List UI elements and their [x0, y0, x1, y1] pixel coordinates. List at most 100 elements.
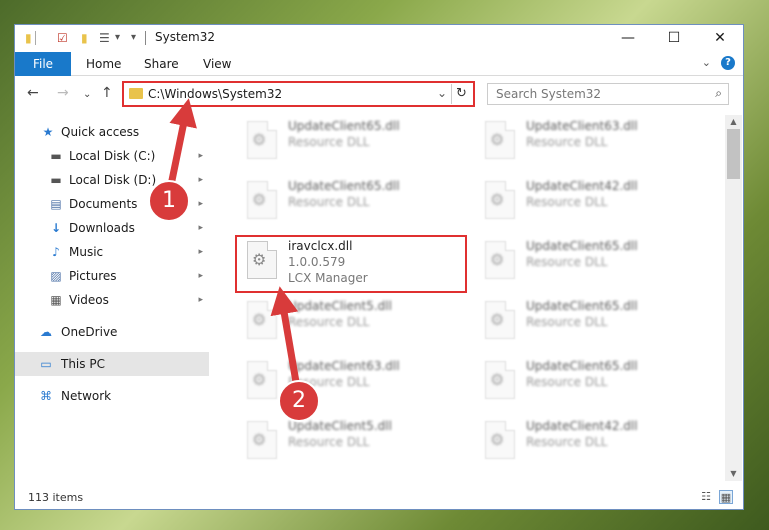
- search-icon[interactable]: ⌕: [715, 86, 722, 101]
- file-name: UpdateClient65.dll: [526, 239, 638, 253]
- pin-icon[interactable]: ▸: [198, 240, 203, 264]
- file-tile[interactable]: ⚙ UpdateClient42.dll Resource DLL: [475, 177, 703, 231]
- item-count: 113 items: [28, 491, 84, 504]
- search-box[interactable]: Search System32 ⌕: [487, 83, 729, 105]
- tab-share[interactable]: Share: [144, 52, 179, 76]
- file-tile[interactable]: ⚙ UpdateClient65.dll Resource DLL: [475, 237, 703, 291]
- gear-icon: ⚙: [490, 310, 505, 329]
- file-name: UpdateClient65.dll: [526, 359, 638, 373]
- file-explorer-window: ▮ ☑ ▮ ☰ ▾ ▾ System32 — ☐ ✕ File Home Sha…: [14, 24, 744, 510]
- gear-icon: ⚙: [490, 130, 505, 149]
- sidebar-item-network[interactable]: ⌘ Network: [15, 384, 209, 408]
- music-icon: ♪: [52, 245, 60, 259]
- file-tile[interactable]: ⚙ UpdateClient65.dll Resource DLL: [475, 297, 703, 351]
- file-name: UpdateClient63.dll: [288, 359, 400, 373]
- sidebar-item-pictures[interactable]: ▨ Pictures ▸: [15, 264, 209, 288]
- address-bar[interactable]: C:\Windows\System32 ⌄ ↻: [122, 81, 475, 107]
- sidebar-item-music[interactable]: ♪ Music ▸: [15, 240, 209, 264]
- documents-icon: ▤: [50, 197, 62, 211]
- new-folder-icon[interactable]: ▮: [81, 31, 88, 45]
- sidebar-item-local-disk-c[interactable]: ▬ Local Disk (C:) ▸: [15, 144, 209, 168]
- tiles-view-icon[interactable]: ▦: [719, 490, 733, 504]
- file-name: UpdateClient63.dll: [526, 119, 638, 133]
- properties-check-icon[interactable]: ☑: [57, 31, 68, 45]
- sidebar-item-label: OneDrive: [61, 325, 118, 339]
- file-description: Resource DLL: [526, 315, 608, 329]
- navigation-bar: ← → ⌄ ↑ C:\Windows\System32 ⌄ ↻ Search S…: [15, 77, 743, 111]
- minimize-button[interactable]: —: [605, 25, 651, 51]
- file-description: Resource DLL: [526, 195, 608, 209]
- tab-home[interactable]: Home: [86, 52, 121, 76]
- file-tile[interactable]: ⚙ UpdateClient65.dll Resource DLL: [237, 117, 465, 171]
- pin-icon[interactable]: ▸: [198, 264, 203, 288]
- folder-icon: ▮: [25, 31, 32, 45]
- file-tile[interactable]: ⚙ UpdateClient63.dll Resource DLL: [475, 117, 703, 171]
- file-tile-iravclcx[interactable]: ⚙ iravclcx.dll 1.0.0.579 LCX Manager: [235, 235, 467, 293]
- gear-icon: ⚙: [490, 370, 505, 389]
- network-icon: ⌘: [40, 389, 52, 403]
- gear-icon: ⚙: [490, 250, 505, 269]
- forward-button[interactable]: →: [57, 85, 69, 101]
- window-title: System32: [155, 30, 216, 44]
- tab-view[interactable]: View: [203, 52, 231, 76]
- maximize-button[interactable]: ☐: [651, 25, 697, 51]
- pin-icon[interactable]: ▸: [198, 216, 203, 240]
- tab-file[interactable]: File: [15, 52, 71, 76]
- file-tile[interactable]: ⚙ UpdateClient65.dll Resource DLL: [237, 177, 465, 231]
- refresh-icon[interactable]: ↻: [451, 84, 471, 104]
- file-description: Resource DLL: [288, 135, 370, 149]
- file-description: Resource DLL: [288, 315, 370, 329]
- toolbar-overflow-icon[interactable]: ▾: [131, 31, 136, 45]
- gear-icon: ⚙: [252, 190, 267, 209]
- status-bar: 113 items ☷ ▦: [15, 487, 743, 509]
- videos-icon: ▦: [50, 293, 62, 307]
- file-tile[interactable]: ⚙ UpdateClient63.dll Resource DLL: [237, 357, 465, 411]
- close-button[interactable]: ✕: [697, 25, 743, 51]
- title-bar: ▮ ☑ ▮ ☰ ▾ ▾ System32 — ☐ ✕: [15, 25, 743, 51]
- sidebar-item-videos[interactable]: ▦ Videos ▸: [15, 288, 209, 312]
- back-button[interactable]: ←: [27, 85, 39, 101]
- toolbar-dropdown-icon[interactable]: ▾: [115, 31, 120, 45]
- search-input[interactable]: Search System32: [496, 87, 601, 101]
- address-path[interactable]: C:\Windows\System32: [148, 87, 282, 101]
- ribbon-tabs: File Home Share View ⌄ ?: [15, 52, 743, 76]
- scroll-down-icon[interactable]: ▼: [725, 467, 742, 481]
- gear-icon: ⚙: [252, 370, 267, 389]
- pictures-icon: ▨: [50, 269, 62, 283]
- cloud-icon: ☁: [40, 325, 52, 339]
- drive-icon: ▬: [50, 173, 62, 187]
- sidebar-item-label: Videos: [69, 293, 109, 307]
- gear-icon: ⚙: [252, 430, 267, 449]
- help-icon[interactable]: ?: [721, 56, 735, 70]
- sidebar-item-this-pc[interactable]: ▭ This PC: [15, 352, 209, 376]
- callout-1: 1: [148, 180, 190, 222]
- sidebar-item-downloads[interactable]: ↓ Downloads ▸: [15, 216, 209, 240]
- downloads-icon: ↓: [50, 221, 62, 235]
- file-tile[interactable]: ⚙ UpdateClient42.dll Resource DLL: [475, 417, 703, 471]
- pin-icon[interactable]: ▸: [198, 192, 203, 216]
- recent-locations-button[interactable]: ⌄: [83, 89, 91, 100]
- up-button[interactable]: ↑: [101, 85, 113, 101]
- scroll-thumb[interactable]: [727, 129, 740, 179]
- customize-toolbar-icon[interactable]: ☰: [99, 31, 110, 45]
- file-tile[interactable]: ⚙ UpdateClient5.dll Resource DLL: [237, 297, 465, 351]
- details-view-icon[interactable]: ☷: [699, 490, 713, 504]
- scroll-up-icon[interactable]: ▲: [725, 115, 742, 129]
- expand-ribbon-icon[interactable]: ⌄: [702, 56, 711, 69]
- sidebar-item-onedrive[interactable]: ☁ OneDrive: [15, 320, 209, 344]
- callout-2: 2: [278, 380, 320, 422]
- file-tile[interactable]: ⚙ UpdateClient5.dll Resource DLL: [237, 417, 465, 471]
- sidebar-item-quick-access[interactable]: ★ Quick access: [15, 120, 209, 144]
- pin-icon[interactable]: ▸: [198, 288, 203, 312]
- file-name: UpdateClient42.dll: [526, 419, 638, 433]
- file-tile[interactable]: ⚙ UpdateClient65.dll Resource DLL: [475, 357, 703, 411]
- sidebar-item-label: Pictures: [69, 269, 117, 283]
- vertical-scrollbar[interactable]: ▲ ▼: [725, 115, 742, 481]
- file-description: Resource DLL: [526, 255, 608, 269]
- pin-icon[interactable]: ▸: [198, 168, 203, 192]
- file-name: UpdateClient65.dll: [526, 299, 638, 313]
- pin-icon[interactable]: ▸: [198, 144, 203, 168]
- address-dropdown-icon[interactable]: ⌄: [437, 86, 447, 100]
- sidebar-item-label: Documents: [69, 197, 138, 211]
- file-version: 1.0.0.579: [288, 255, 346, 269]
